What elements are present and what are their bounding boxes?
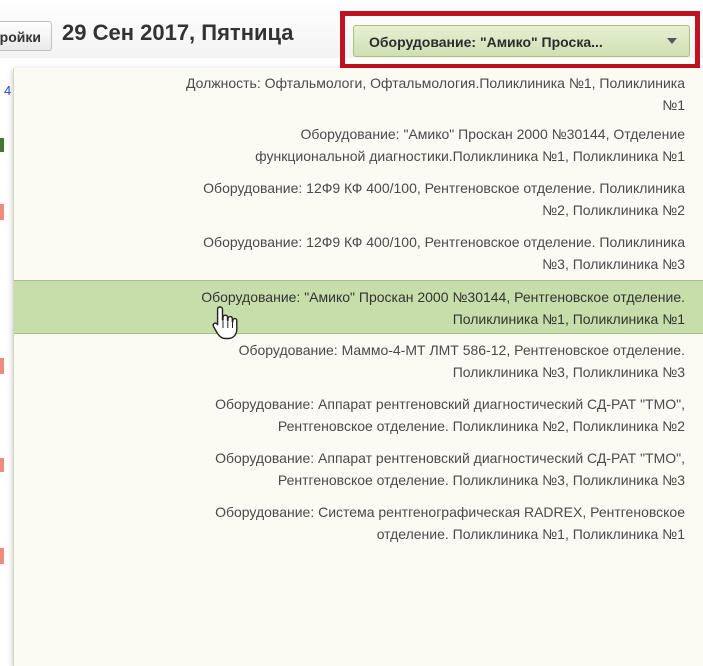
dropdown-option[interactable]: Оборудование: Аппарат рентгеновский диаг…: [14, 442, 703, 496]
dropdown-option[interactable]: Оборудование: 12Ф9 КФ 400/100, Рентгенов…: [14, 226, 703, 280]
cursor-hand-icon: [212, 306, 238, 340]
grid-cell-mark: [0, 204, 4, 220]
option-text-line1: Оборудование: Аппарат рентгеновский диаг…: [215, 396, 685, 412]
grid-cell-mark: [0, 458, 4, 472]
annotation-highlight-box: [340, 11, 700, 69]
option-text-line2: Поликлиника №3, Поликлиника №3: [452, 364, 685, 380]
option-text-line2: отделение. Поликлиника №1, Поликлиника №…: [376, 526, 685, 542]
schedule-grid-edge: [0, 58, 14, 666]
option-text-line1: Оборудование: Система рентгенографическа…: [215, 504, 685, 520]
settings-button-label: Настройки: [0, 29, 41, 45]
option-text-line2: функциональной диагностики.Поликлиника №…: [255, 148, 685, 164]
dropdown-option[interactable]: Оборудование: 12Ф9 КФ 400/100, Рентгенов…: [14, 172, 703, 226]
grid-cell-mark: [0, 138, 4, 152]
dropdown-option[interactable]: Оборудование: Маммо-4-МТ ЛМТ 586-12, Рен…: [14, 334, 703, 388]
option-text-line2: Рентгеновское отделение. Поликлиника №3,…: [277, 472, 685, 488]
option-text-line2: Поликлиника №1, Поликлиника №1: [452, 311, 685, 327]
option-text-line2: Рентгеновское отделение. Поликлиника №2,…: [277, 418, 685, 434]
option-text-line1: Должность: Офтальмологи, Офтальмология.П…: [185, 75, 685, 91]
option-text-line2: №3, Поликлиника №3: [542, 256, 685, 272]
grid-cell-mark: [0, 358, 4, 374]
option-text-line1: Оборудование: "Амико" Проскан 2000 №3014…: [300, 126, 685, 142]
option-text-line1: Оборудование: "Амико" Проскан 2000 №3014…: [201, 289, 685, 305]
schedule-date-title: 29 Сен 2017, Пятница: [62, 20, 294, 45]
option-text-line2: №1: [662, 97, 685, 113]
schedule-link-fragment[interactable]: 4: [4, 83, 11, 98]
settings-button[interactable]: Настройки: [0, 21, 52, 51]
option-text-line1: Оборудование: 12Ф9 КФ 400/100, Рентгенов…: [203, 234, 685, 250]
dropdown-option[interactable]: Оборудование: Аппарат рентгеновский диаг…: [14, 388, 703, 442]
dropdown-option-hovered[interactable]: Оборудование: "Амико" Проскан 2000 №3014…: [14, 280, 703, 334]
option-text-line2: №2, Поликлиника №2: [542, 202, 685, 218]
option-text-line1: Оборудование: 12Ф9 КФ 400/100, Рентгенов…: [203, 180, 685, 196]
grid-cell-mark: [0, 548, 4, 564]
dropdown-option[interactable]: Должность: Офтальмологи, Офтальмология.П…: [14, 68, 703, 118]
equipment-dropdown-list: Должность: Офтальмологи, Офтальмология.П…: [13, 68, 703, 666]
option-text-line1: Оборудование: Маммо-4-МТ ЛМТ 586-12, Рен…: [238, 342, 685, 358]
option-text-line1: Оборудование: Аппарат рентгеновский диаг…: [215, 450, 685, 466]
dropdown-option[interactable]: Оборудование: "Амико" Проскан 2000 №3014…: [14, 118, 703, 172]
dropdown-option[interactable]: Оборудование: Система рентгенографическа…: [14, 496, 703, 550]
